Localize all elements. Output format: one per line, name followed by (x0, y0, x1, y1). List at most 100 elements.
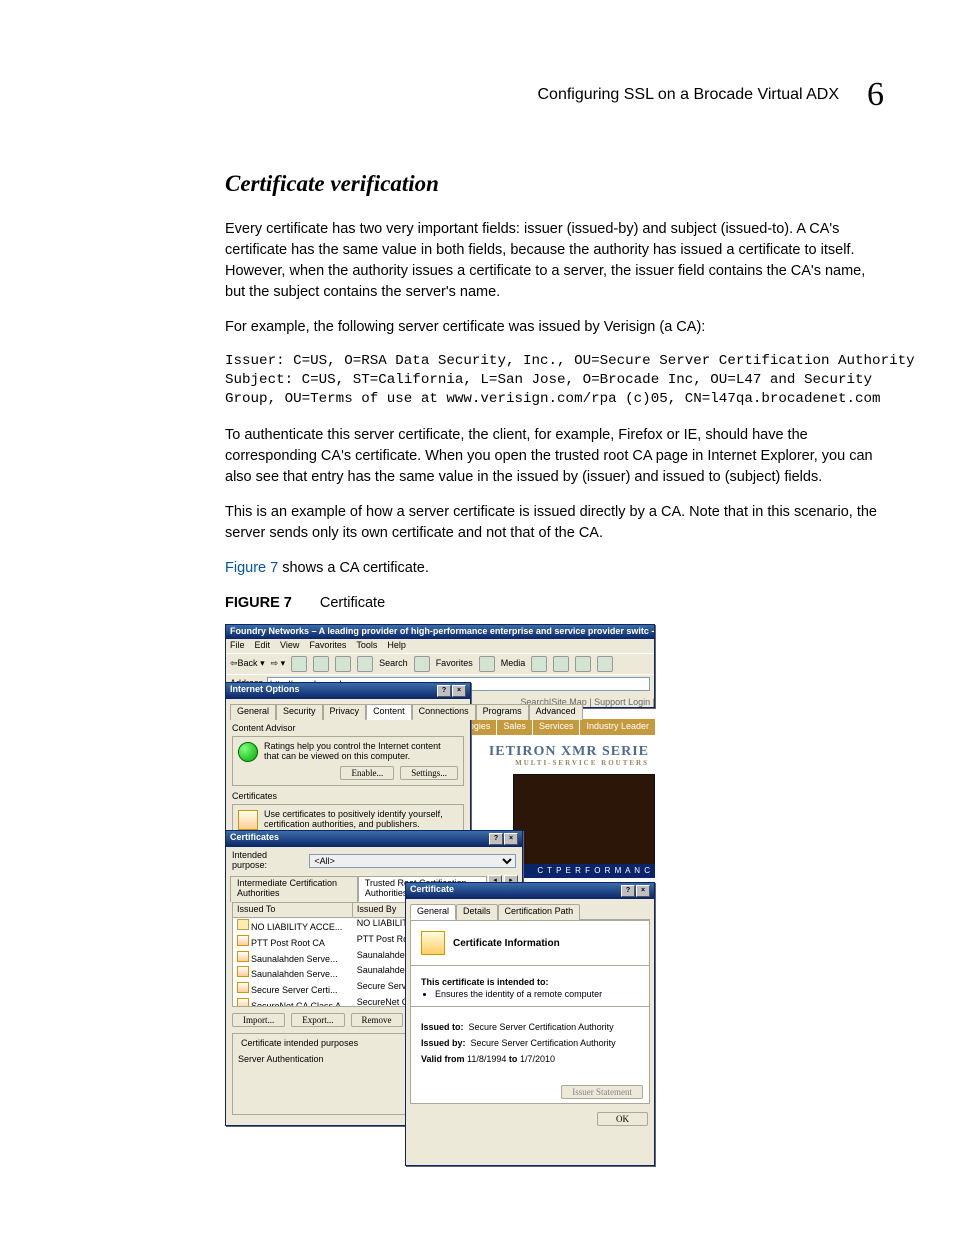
forward-button[interactable]: ⇨ ▾ (271, 659, 286, 669)
favorites-icon[interactable] (414, 656, 430, 672)
menu-file[interactable]: File (230, 641, 245, 651)
group-certificates: Certificates (232, 792, 464, 802)
tab-content[interactable]: Content (366, 704, 412, 720)
ie-menubar: File Edit View Favorites Tools Help (226, 639, 654, 653)
certificates-title: Certificates (230, 833, 279, 845)
settings-button[interactable]: Settings... (400, 766, 458, 780)
favorites-label: Favorites (436, 659, 473, 669)
brand-subtitle: MULTI-SERVICE ROUTERS (515, 760, 649, 768)
close-icon[interactable]: × (636, 885, 650, 897)
close-icon[interactable]: × (504, 833, 518, 845)
paragraph: Every certificate has two very important… (225, 219, 884, 303)
figure-title: Certificate (320, 593, 385, 614)
tab-cert-path[interactable]: Certification Path (498, 904, 581, 920)
intended-purpose-label: Intended purpose: (232, 851, 303, 871)
history-icon[interactable] (531, 656, 547, 672)
column-issued-to[interactable]: Issued To (233, 903, 353, 917)
valid-to-label: to (509, 1054, 518, 1064)
page-header: Configuring SSL on a Brocade Virtual ADX… (225, 70, 884, 119)
nav-item[interactable]: Services (532, 719, 580, 735)
certificates-titlebar: Certificates ?× (226, 831, 522, 847)
import-button[interactable]: Import... (232, 1013, 285, 1027)
ie-toolbar: ⇦Back ▾ ⇨ ▾ Search Favorites Media (226, 653, 654, 674)
paragraph: For example, the following server certif… (225, 317, 884, 338)
issued-to-value: Secure Server Certification Authority (469, 1022, 614, 1032)
help-icon[interactable]: ? (437, 685, 451, 697)
certificate-title: Certificate (410, 885, 454, 897)
edit-icon[interactable] (597, 656, 613, 672)
menu-edit[interactable]: Edit (255, 641, 271, 651)
certificate-icon (238, 810, 258, 830)
paragraph: Figure 7 shows a CA certificate. (225, 558, 884, 579)
menu-tools[interactable]: Tools (356, 641, 377, 651)
menu-view[interactable]: View (280, 641, 299, 651)
certificate-info-header: Certificate Information (411, 921, 649, 966)
menu-help[interactable]: Help (387, 641, 406, 651)
intended-purposes-header: Certificate intended purposes (238, 1039, 361, 1049)
tab-cert-details[interactable]: Details (456, 904, 498, 920)
figure-reference[interactable]: Figure 7 (225, 560, 278, 576)
home-icon[interactable] (335, 656, 351, 672)
search-icon[interactable] (357, 656, 373, 672)
media-label: Media (501, 659, 526, 669)
media-icon[interactable] (479, 656, 495, 672)
document-page: Configuring SSL on a Brocade Virtual ADX… (0, 0, 954, 1235)
certificate-large-icon (421, 931, 445, 955)
internet-options-title: Internet Options (230, 685, 300, 697)
certificate-meta: Issued to: Secure Server Certification A… (411, 1007, 649, 1081)
tab-intermediate-ca[interactable]: Intermediate Certification Authorities (230, 876, 358, 902)
ie-title: Foundry Networks – A leading provider of… (230, 627, 654, 637)
stop-icon[interactable] (291, 656, 307, 672)
print-icon[interactable] (575, 656, 591, 672)
remove-button[interactable]: Remove (351, 1013, 403, 1027)
issuer-statement-button[interactable]: Issuer Statement (561, 1085, 643, 1099)
menu-favorites[interactable]: Favorites (309, 641, 346, 651)
certificate-info-title: Certificate Information (453, 938, 560, 949)
paragraph: To authenticate this server certificate,… (225, 425, 884, 488)
tab-advanced[interactable]: Advanced (529, 704, 583, 720)
code-block: Issuer: C=US, O=RSA Data Security, Inc.,… (225, 352, 884, 410)
section-title: Certificate verification (225, 167, 884, 200)
export-button[interactable]: Export... (291, 1013, 344, 1027)
issued-to-label: Issued to: (421, 1022, 464, 1032)
search-label: Search (379, 659, 408, 669)
issued-by-label: Issued by: (421, 1038, 466, 1048)
back-button[interactable]: ⇦Back ▾ (230, 659, 265, 669)
content-advisor-box: Ratings help you control the Internet co… (232, 736, 464, 786)
help-icon[interactable]: ? (489, 833, 503, 845)
internet-options-titlebar: Internet Options ?× (226, 683, 470, 699)
ie-titlebar: Foundry Networks – A leading provider of… (226, 625, 654, 639)
intended-purpose-select[interactable]: <All> (309, 854, 516, 868)
header-section: Configuring SSL on a Brocade Virtual ADX (537, 83, 839, 106)
banner-text: C T P E R F O R M A N C (537, 867, 651, 876)
figure-caption: FIGURE 7 Certificate (225, 593, 884, 614)
figure-label: FIGURE 7 (225, 593, 292, 614)
nav-item[interactable]: Industry Leader (579, 719, 655, 735)
content-advisor-text: Ratings help you control the Internet co… (264, 742, 458, 762)
ok-button[interactable]: OK (597, 1112, 648, 1126)
tab-cert-general[interactable]: General (410, 904, 456, 920)
close-icon[interactable]: × (452, 685, 466, 697)
chapter-number: 6 (867, 70, 884, 119)
tab-privacy[interactable]: Privacy (323, 704, 367, 720)
certificate-tabs: General Details Certification Path (410, 903, 650, 920)
brand-title: IETIRON XMR SERIE (489, 744, 649, 759)
internet-options-tabs: General Security Privacy Content Connect… (230, 703, 466, 720)
refresh-icon[interactable] (313, 656, 329, 672)
issued-by-value: Secure Server Certification Authority (471, 1038, 616, 1048)
tab-general[interactable]: General (230, 704, 276, 720)
figure-screenshot: Foundry Networks – A leading provider of… (225, 624, 655, 1164)
group-content-advisor: Content Advisor (232, 724, 464, 734)
valid-from-value: 11/8/1994 (467, 1054, 506, 1064)
enable-button[interactable]: Enable... (340, 766, 394, 780)
tab-connections[interactable]: Connections (412, 704, 476, 720)
tab-programs[interactable]: Programs (476, 704, 529, 720)
paragraph: This is an example of how a server certi… (225, 502, 884, 544)
mail-icon[interactable] (553, 656, 569, 672)
certificate-intended-label: This certificate is intended to: (421, 978, 639, 988)
tab-security[interactable]: Security (276, 704, 323, 720)
certificate-body: This certificate is intended to: Ensures… (411, 966, 649, 1006)
certificates-text: Use certificates to positively identify … (264, 810, 458, 830)
help-icon[interactable]: ? (621, 885, 635, 897)
nav-item[interactable]: Sales (496, 719, 532, 735)
